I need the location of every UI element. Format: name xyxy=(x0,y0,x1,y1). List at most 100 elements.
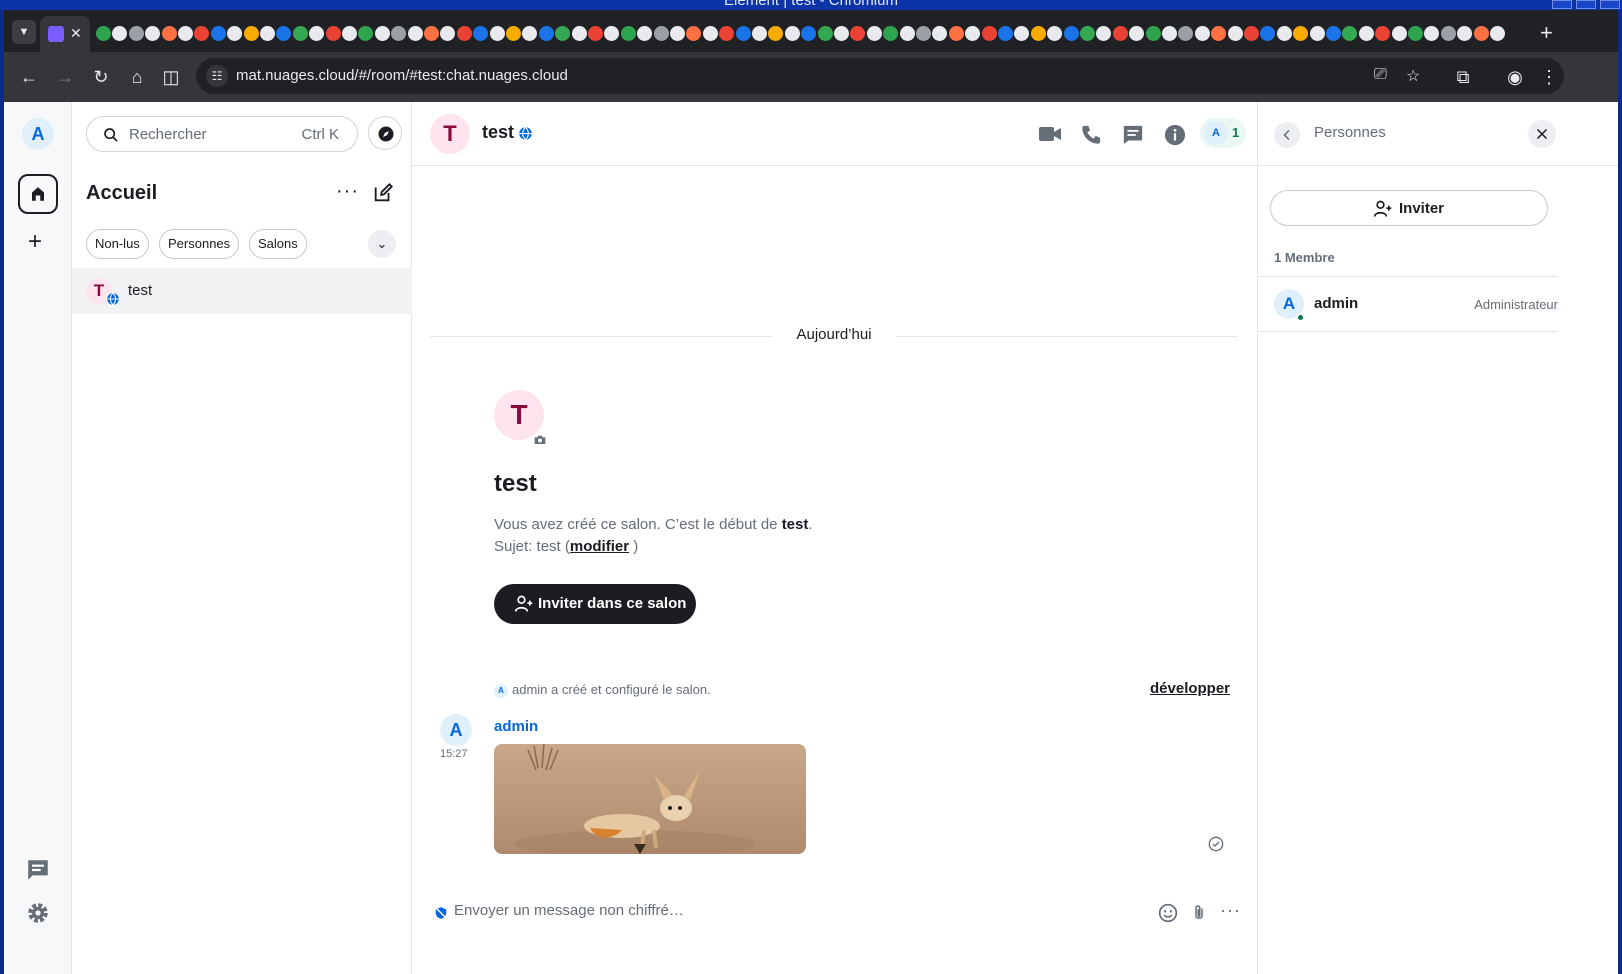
threads-icon[interactable] xyxy=(1122,124,1144,146)
background-tab-favicon-icon[interactable] xyxy=(735,26,751,41)
background-tab-favicon-icon[interactable] xyxy=(358,26,374,41)
background-tab-favicon-icon[interactable] xyxy=(784,26,800,41)
settings-gear-icon[interactable] xyxy=(25,900,51,926)
background-tab-favicon-icon[interactable] xyxy=(670,26,685,41)
attachment-icon[interactable] xyxy=(1190,903,1208,923)
message-sender-name[interactable]: admin xyxy=(494,718,538,735)
background-tab-favicon-icon[interactable] xyxy=(1260,26,1276,41)
create-space-button[interactable]: + xyxy=(28,228,42,256)
background-tab-favicon-icon[interactable] xyxy=(1358,26,1374,41)
background-tab-favicon-icon[interactable] xyxy=(653,26,669,41)
background-tab-favicon-icon[interactable] xyxy=(948,26,964,41)
background-tab-favicon-icon[interactable] xyxy=(342,26,357,41)
background-tab-favicon-icon[interactable] xyxy=(1457,26,1473,41)
background-tab-favicon-icon[interactable] xyxy=(1309,26,1325,41)
background-tab-favicon-icon[interactable] xyxy=(1194,26,1210,41)
background-tab-favicon-icon[interactable] xyxy=(1178,26,1194,41)
edit-topic-link[interactable]: modifier xyxy=(570,538,629,555)
background-tab-favicon-icon[interactable] xyxy=(571,26,587,41)
message-image[interactable] xyxy=(494,744,806,854)
video-call-icon[interactable] xyxy=(1038,124,1062,144)
background-tab-favicon-icon[interactable] xyxy=(1014,26,1030,41)
background-tab-favicon-icon[interactable] xyxy=(260,26,275,41)
background-tab-favicon-icon[interactable] xyxy=(555,26,571,41)
room-header-name[interactable]: test xyxy=(482,122,514,143)
background-tab-favicon-icon[interactable] xyxy=(538,26,554,41)
site-info-icon[interactable]: ☷ xyxy=(206,65,228,87)
background-tab-favicon-icon[interactable] xyxy=(1440,26,1456,41)
background-tab-favicon-icon[interactable] xyxy=(620,26,636,41)
background-tab-favicon-icon[interactable] xyxy=(883,26,899,41)
background-tab-favicon-icon[interactable] xyxy=(702,26,718,41)
background-tab-favicon-icon[interactable] xyxy=(178,26,193,41)
reload-icon[interactable]: ↻ xyxy=(90,66,112,88)
background-tab-favicon-icon[interactable] xyxy=(1276,26,1292,41)
background-tab-favicon-icon[interactable] xyxy=(588,26,603,41)
extensions-icon[interactable]: ⧉ xyxy=(1452,66,1474,88)
background-tab-favicon-icon[interactable] xyxy=(194,26,210,41)
background-tab-favicon-icon[interactable] xyxy=(1112,26,1128,41)
background-tab-favicon-icon[interactable] xyxy=(1326,26,1341,41)
background-tab-favicon-icon[interactable] xyxy=(210,26,226,41)
background-tab-favicon-icon[interactable] xyxy=(1293,26,1309,41)
back-button[interactable] xyxy=(1274,122,1300,148)
background-tab-favicon-icon[interactable] xyxy=(1047,26,1063,41)
maximize-button[interactable] xyxy=(1576,0,1596,9)
room-list-item[interactable]: T test xyxy=(72,268,412,314)
background-tab-favicon-icon[interactable] xyxy=(424,26,439,41)
background-tab-favicon-icon[interactable] xyxy=(1342,26,1358,41)
close-window-button[interactable] xyxy=(1600,0,1620,9)
background-tab-favicon-icon[interactable] xyxy=(243,26,259,41)
room-info-icon[interactable] xyxy=(1164,124,1186,146)
member-list-item[interactable]: A admin Administrateur xyxy=(1258,276,1558,332)
background-tab-favicon-icon[interactable] xyxy=(489,26,505,41)
background-tab-favicon-icon[interactable] xyxy=(686,26,702,41)
background-tab-favicon-icon[interactable] xyxy=(276,26,292,41)
background-tab-favicon-icon[interactable] xyxy=(440,26,456,41)
background-tab-favicon-icon[interactable] xyxy=(227,26,243,41)
background-tab-favicon-icon[interactable] xyxy=(506,26,521,41)
address-bar[interactable]: ☷ mat.nuages.cloud/#/room/#test:chat.nua… xyxy=(196,58,1564,94)
message-composer[interactable]: Envoyer un message non chiffré… ··· xyxy=(412,886,1258,942)
background-tab-favicon-icon[interactable] xyxy=(965,26,981,41)
member-facepile[interactable]: A 1 xyxy=(1200,118,1246,148)
threads-icon[interactable] xyxy=(25,857,51,883)
background-tab-favicon-icon[interactable] xyxy=(145,26,161,41)
install-app-icon[interactable]: ⎚ xyxy=(1374,66,1387,84)
active-tab[interactable]: ✕ xyxy=(40,16,90,52)
background-tab-favicon-icon[interactable] xyxy=(407,26,423,41)
background-tab-favicon-icon[interactable] xyxy=(834,26,849,41)
background-tab-favicon-icon[interactable] xyxy=(1129,26,1145,41)
background-tab-favicon-icon[interactable] xyxy=(112,26,128,41)
profile-icon[interactable]: ◉ xyxy=(1504,66,1526,88)
close-panel-button[interactable] xyxy=(1528,120,1556,148)
camera-icon[interactable] xyxy=(532,432,548,448)
more-options-icon[interactable]: ··· xyxy=(1220,900,1241,921)
back-icon[interactable]: ← xyxy=(18,66,40,88)
background-tab-favicon-icon[interactable] xyxy=(1063,26,1079,41)
background-tab-favicon-icon[interactable] xyxy=(752,26,767,41)
forward-icon[interactable]: → xyxy=(54,66,76,88)
background-tab-favicon-icon[interactable] xyxy=(932,26,948,41)
background-tab-favicon-icon[interactable] xyxy=(768,26,784,41)
user-avatar[interactable]: A xyxy=(22,118,54,150)
background-tab-favicon-icon[interactable] xyxy=(522,26,538,41)
background-tab-favicon-icon[interactable] xyxy=(1096,26,1112,41)
background-tab-favicon-icon[interactable] xyxy=(604,26,620,41)
background-tab-favicon-icon[interactable] xyxy=(817,26,833,41)
background-tab-favicon-icon[interactable] xyxy=(1424,26,1440,41)
background-tab-favicon-icon[interactable] xyxy=(1391,26,1407,41)
background-tab-favicon-icon[interactable] xyxy=(1145,26,1161,41)
tab-close-icon[interactable]: ✕ xyxy=(70,25,82,42)
minimize-button[interactable] xyxy=(1552,0,1572,9)
background-tab-favicon-icon[interactable] xyxy=(325,26,341,41)
expand-events-link[interactable]: développer xyxy=(1150,680,1230,697)
background-tab-favicon-icon[interactable] xyxy=(998,26,1013,41)
bookmark-star-icon[interactable]: ☆ xyxy=(1406,66,1420,86)
tab-search-icon[interactable]: ▼ xyxy=(12,20,36,44)
invite-to-room-button[interactable]: Inviter dans ce salon xyxy=(494,584,696,624)
background-tab-favicon-icon[interactable] xyxy=(292,26,308,41)
filter-rooms[interactable]: Salons xyxy=(249,229,307,259)
chevron-down-icon[interactable]: ⌄ xyxy=(368,230,396,258)
filter-unread[interactable]: Non-lus xyxy=(86,229,149,259)
